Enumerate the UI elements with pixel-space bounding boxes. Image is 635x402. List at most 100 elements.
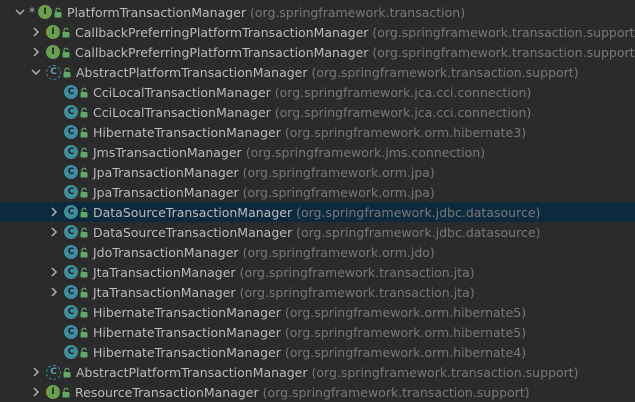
abstract-class-icon: C [46, 64, 61, 80]
package-name: (org.springframework.transaction.support… [372, 24, 635, 40]
chevron-right-icon[interactable] [30, 382, 42, 402]
class-name: PlatformTransactionManager [67, 4, 247, 20]
package-name: (org.springframework.orm.hibernate4) [284, 344, 527, 360]
tree-row[interactable]: C CciLocalTransactionManager (org.springfr… [0, 102, 635, 122]
focus-marker: * [29, 5, 35, 19]
public-lock-icon [80, 286, 88, 298]
package-name: (org.springframework.jms.connection) [245, 144, 486, 160]
tree-row[interactable]: C HibernateTransactionManager (org.springf… [0, 122, 635, 142]
tree-row[interactable]: C HibernateTransactionManager (org.springf… [0, 302, 635, 322]
class-name: HibernateTransactionManager [93, 344, 281, 360]
chevron-right-icon[interactable] [48, 262, 60, 282]
package-name: (org.springframework.transaction.support… [372, 44, 635, 60]
tree-row[interactable]: I CallbackPreferringPlatformTransactionMa… [0, 42, 635, 62]
class-name: HibernateTransactionManager [93, 324, 281, 340]
chevron-right-icon[interactable] [48, 222, 60, 242]
tree-row[interactable]: I ResourceTransactionManager (org.springfr… [0, 382, 635, 402]
class-icon: C [64, 205, 78, 219]
tree-row[interactable]: I CallbackPreferringPlatformTransactionMa… [0, 22, 635, 42]
chevron-right-icon[interactable] [30, 42, 42, 62]
package-name: (org.springframework.transaction.support… [262, 384, 530, 400]
public-lock-icon [80, 166, 88, 178]
class-name: AbstractPlatformTransactionManager [76, 364, 308, 380]
class-icon: C [64, 265, 78, 279]
class-icon: C [64, 285, 78, 299]
class-icon: C [64, 345, 78, 359]
public-lock-icon [80, 346, 88, 358]
package-name: (org.springframework.transaction.support… [311, 64, 579, 80]
public-lock-icon [80, 306, 88, 318]
tree-row[interactable]: C AbstractPlatformTransactionManager (org.… [0, 362, 635, 382]
class-name: CciLocalTransactionManager [93, 104, 271, 120]
chevron-down-icon[interactable] [30, 62, 42, 82]
class-name: HibernateTransactionManager [93, 124, 281, 140]
tree-row[interactable]: C JpaTransactionManager (org.springframewo… [0, 182, 635, 202]
package-name: (org.springframework.orm.hibernate5) [284, 304, 527, 320]
package-name: (org.springframework.orm.hibernate5) [284, 324, 527, 340]
class-name: CallbackPreferringPlatformTransactionMan… [75, 24, 369, 40]
class-icon: C [64, 245, 78, 259]
tree-row[interactable]: C CciLocalTransactionManager (org.springfr… [0, 82, 635, 102]
public-lock-icon [80, 326, 88, 338]
public-lock-icon [80, 266, 88, 278]
public-lock-icon [62, 46, 70, 58]
class-name: CallbackPreferringPlatformTransactionMan… [75, 44, 369, 60]
class-name: HibernateTransactionManager [93, 304, 281, 320]
tree-row[interactable]: * I PlatformTransactionManager (org.springf… [0, 2, 635, 22]
tree-row[interactable]: C JtaTransactionManager (org.springframewo… [0, 262, 635, 282]
chevron-right-icon[interactable] [30, 22, 42, 42]
class-icon: C [64, 85, 78, 99]
class-name: AbstractPlatformTransactionManager [76, 64, 308, 80]
class-icon: C [64, 185, 78, 199]
public-lock-icon [54, 6, 62, 18]
public-lock-icon [80, 226, 88, 238]
tree-row[interactable]: C JtaTransactionManager (org.springframewo… [0, 282, 635, 302]
tree-row[interactable]: C JmsTransactionManager (org.springframewo… [0, 142, 635, 162]
chevron-right-icon[interactable] [48, 202, 60, 222]
package-name: (org.springframework.orm.hibernate3) [284, 124, 527, 140]
tree-row[interactable]: C DataSourceTransactionManager (org.spring… [0, 202, 635, 222]
tree-row[interactable]: C JdoTransactionManager (org.springframewo… [0, 242, 635, 262]
class-name: CciLocalTransactionManager [93, 84, 271, 100]
public-lock-icon [80, 126, 88, 138]
tree-row[interactable]: C JpaTransactionManager (org.springframewo… [0, 162, 635, 182]
public-lock-icon [63, 66, 71, 78]
tree-row[interactable]: C AbstractPlatformTransactionManager (org.… [0, 62, 635, 82]
public-lock-icon [62, 386, 70, 398]
package-name: (org.springframework.transaction.jta) [239, 284, 475, 300]
package-name: (org.springframework.jca.cci.connection) [274, 104, 532, 120]
class-icon: C [64, 305, 78, 319]
class-icon: C [64, 105, 78, 119]
class-name: JtaTransactionManager [93, 264, 236, 280]
tree-row[interactable]: C DataSourceTransactionManager (org.spring… [0, 222, 635, 242]
chevron-right-icon[interactable] [30, 362, 42, 382]
public-lock-icon [80, 186, 88, 198]
hierarchy-tree: * I PlatformTransactionManager (org.springf… [0, 0, 635, 402]
package-name: (org.springframework.transaction.jta) [239, 264, 475, 280]
class-name: JtaTransactionManager [93, 284, 236, 300]
public-lock-icon [80, 206, 88, 218]
public-lock-icon [62, 26, 70, 38]
class-name: ResourceTransactionManager [75, 384, 259, 400]
package-name: (org.springframework.orm.jdo) [242, 244, 435, 260]
chevron-down-icon[interactable] [14, 2, 26, 22]
class-name: DataSourceTransactionManager [93, 204, 293, 220]
class-name: JpaTransactionManager [93, 164, 239, 180]
public-lock-icon [80, 146, 88, 158]
package-name: (org.springframework.transaction) [250, 4, 466, 20]
tree-row[interactable]: C HibernateTransactionManager (org.springf… [0, 342, 635, 362]
interface-icon: I [46, 385, 60, 399]
tree-row[interactable]: C HibernateTransactionManager (org.springf… [0, 322, 635, 342]
interface-icon: I [38, 5, 52, 19]
chevron-right-icon[interactable] [48, 282, 60, 302]
package-name: (org.springframework.transaction.support… [311, 364, 579, 380]
class-icon: C [64, 325, 78, 339]
